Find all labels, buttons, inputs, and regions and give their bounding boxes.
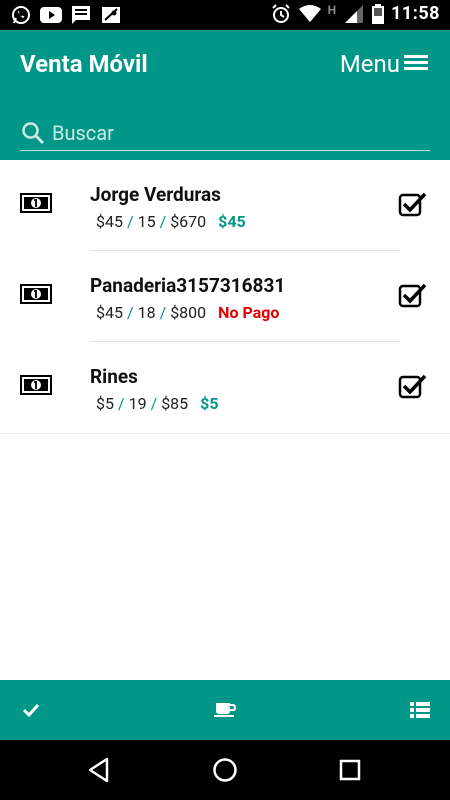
money-icon <box>20 284 52 304</box>
youtube-icon <box>40 5 62 25</box>
total: $800 <box>170 303 207 322</box>
whatsapp-icon <box>10 5 32 25</box>
customer-name: Panaderia3157316831 <box>90 274 286 297</box>
total: $85 <box>161 394 189 413</box>
customer-name: Rines <box>90 365 138 388</box>
app-bar: Venta Móvil Menu <box>0 30 450 160</box>
menu-label: Menu <box>339 50 400 78</box>
signal-icon <box>343 4 365 24</box>
menu-button[interactable]: Menu <box>340 50 428 78</box>
wifi-icon <box>298 4 321 24</box>
sale-row[interactable]: Rines $5/19/$85 $5 <box>0 342 450 433</box>
check-icon[interactable] <box>20 700 42 720</box>
checkbox-checked-icon[interactable] <box>398 191 428 217</box>
sale-details: $5/19/$85 $5 <box>96 394 219 413</box>
map-icon <box>100 5 122 25</box>
sale-details: $45/15/$670 $45 <box>96 212 246 231</box>
checkbox-checked-icon[interactable] <box>398 373 428 399</box>
price: $5 <box>96 394 114 413</box>
navigation-bar <box>0 740 450 800</box>
sale-details: $45/18/$800 No Pago <box>96 303 279 322</box>
recents-icon[interactable] <box>337 757 363 783</box>
separator: / <box>126 212 134 231</box>
hamburger-icon <box>404 50 428 78</box>
message-icon <box>70 5 92 25</box>
system-status: H 11:58 <box>270 3 440 24</box>
payment-status: No Pago <box>218 303 280 322</box>
search-icon <box>20 120 46 146</box>
money-icon <box>20 193 52 213</box>
bottom-action-bar <box>0 680 450 740</box>
status-bar: H 11:58 <box>0 0 450 30</box>
quantity: 15 <box>137 212 156 231</box>
price: $45 <box>96 303 123 322</box>
payment-amount: $45 <box>218 212 246 231</box>
quantity: 19 <box>128 394 147 413</box>
sale-row[interactable]: Jorge Verduras $45/15/$670 $45 <box>0 160 450 251</box>
search-bar <box>20 115 430 151</box>
separator: / <box>117 394 125 413</box>
total: $670 <box>170 212 207 231</box>
money-icon <box>20 375 52 395</box>
app-title: Venta Móvil <box>20 50 148 78</box>
alarm-icon <box>270 3 292 24</box>
quantity: 18 <box>137 303 156 322</box>
sale-row[interactable]: Panaderia3157316831 $45/18/$800 No Pago <box>0 251 450 342</box>
separator: / <box>150 394 158 413</box>
price: $45 <box>96 212 123 231</box>
separator: / <box>159 303 167 322</box>
customer-name: Jorge Verduras <box>90 183 221 206</box>
home-icon[interactable] <box>212 757 238 783</box>
notification-icons <box>10 5 122 25</box>
payment-amount: $5 <box>200 394 219 413</box>
separator: / <box>126 303 134 322</box>
list-icon[interactable] <box>409 700 431 720</box>
separator: / <box>159 212 167 231</box>
search-input[interactable] <box>50 119 424 146</box>
sales-list: Jorge Verduras $45/15/$670 $45 Panaderia3… <box>0 160 450 434</box>
back-icon[interactable] <box>86 757 112 783</box>
clock: 11:58 <box>391 3 440 24</box>
network-type-label: H <box>327 2 337 17</box>
battery-icon <box>372 3 385 24</box>
coffee-cup-icon[interactable] <box>214 700 236 720</box>
checkbox-checked-icon[interactable] <box>398 282 428 308</box>
